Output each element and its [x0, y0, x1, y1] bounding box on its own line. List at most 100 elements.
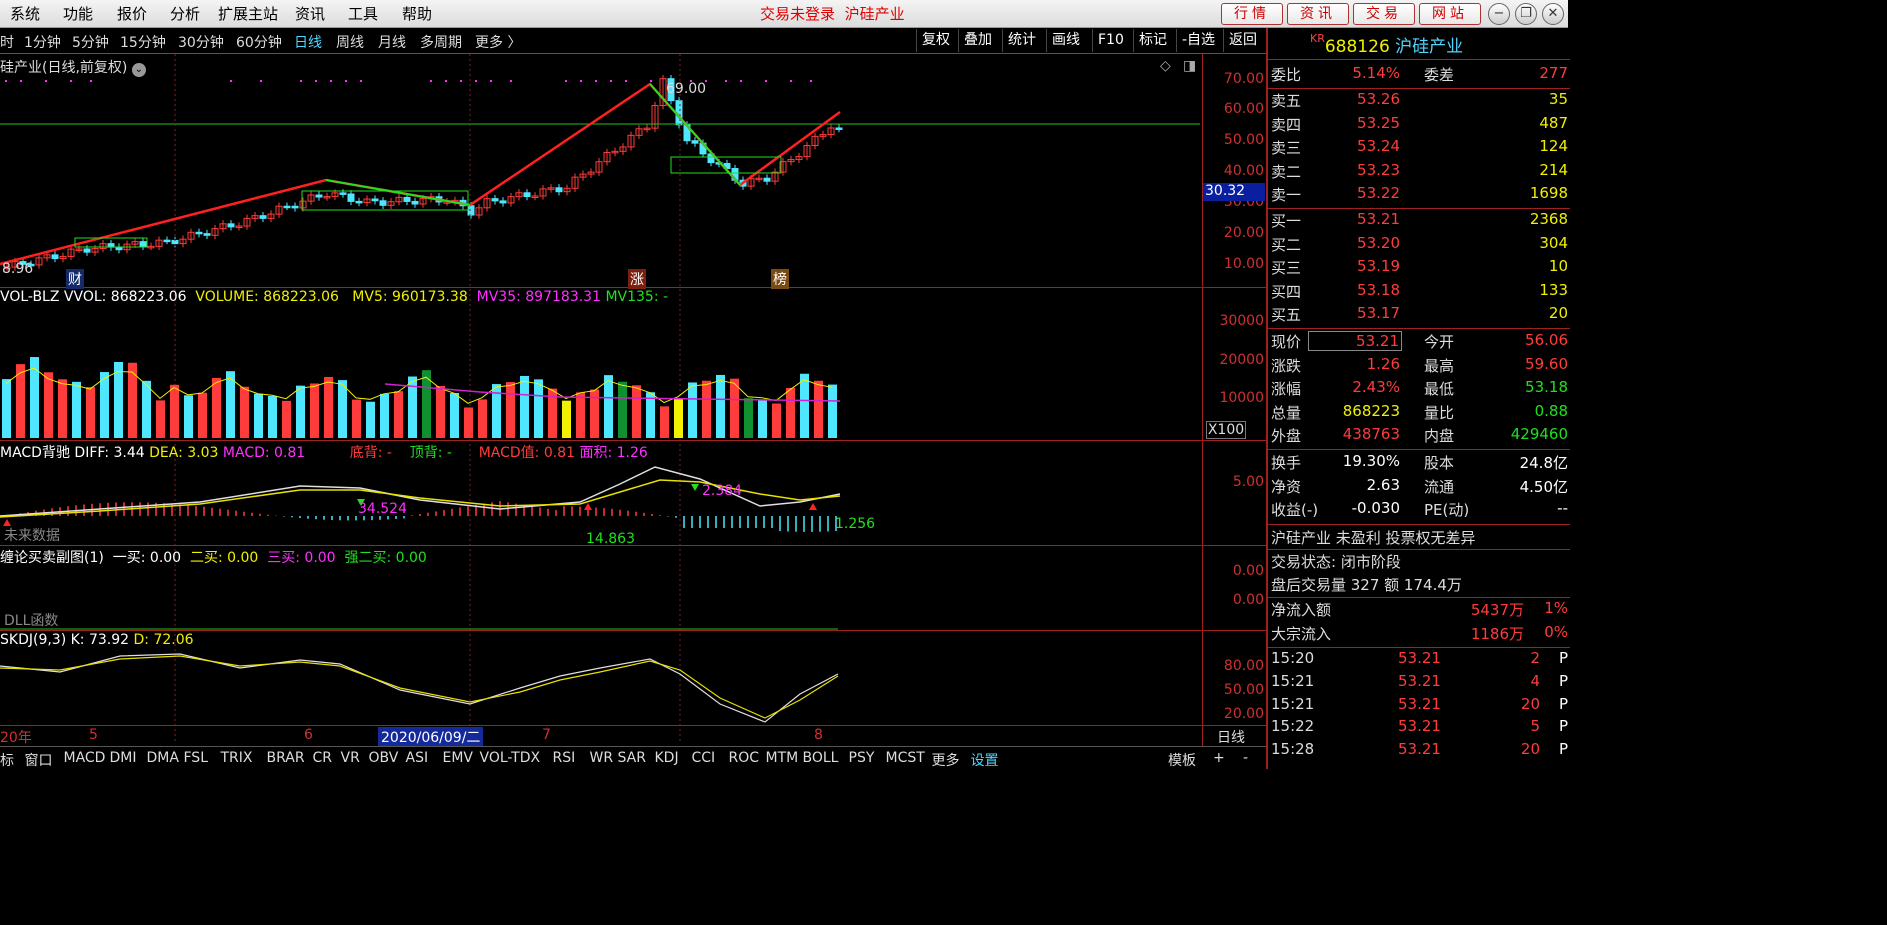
volume-bar	[44, 372, 53, 438]
indicator-tab[interactable]: CCI	[692, 750, 716, 766]
stats-button[interactable]: 统计	[1002, 29, 1041, 52]
indicator-tab[interactable]: VR	[341, 750, 360, 766]
candle-body	[555, 187, 563, 193]
quote-cell: 交易状态: 闭市阶段	[1271, 553, 1401, 571]
signal-dot	[260, 80, 262, 82]
news-button[interactable]: 资讯	[1287, 3, 1349, 25]
macd-label: 1.256	[835, 516, 876, 532]
template-button[interactable]: 模板	[1168, 750, 1196, 770]
indicator-tab[interactable]: VOL-TDX	[480, 750, 541, 766]
quote-button[interactable]: 行情	[1221, 3, 1283, 25]
period-daily[interactable]: 日线	[294, 32, 322, 52]
close-icon[interactable]: ✕	[1542, 3, 1564, 25]
period-15min[interactable]: 15分钟	[120, 32, 166, 52]
menu-analysis[interactable]: 分析	[170, 3, 200, 24]
indicator-tab[interactable]: BOLL	[803, 750, 839, 766]
indicator-tab[interactable]: MCST	[886, 750, 925, 766]
indicator-tab[interactable]: 设置	[971, 750, 999, 770]
period-weekly[interactable]: 周线	[336, 32, 364, 52]
quote-cell: 10	[1548, 257, 1568, 275]
minimize-icon[interactable]: −	[1488, 3, 1510, 25]
quote-cell: 涨幅	[1271, 380, 1302, 398]
diamond-icon[interactable]: ◇	[1160, 58, 1171, 74]
period-1min[interactable]: 1分钟	[24, 32, 61, 52]
zoom-in-button[interactable]: +	[1213, 750, 1225, 766]
back-button[interactable]: 返回	[1223, 29, 1262, 52]
indicator-tab[interactable]: FSL	[184, 750, 209, 766]
event-finance[interactable]: 财	[66, 269, 84, 289]
draw-button[interactable]: 画线	[1046, 29, 1085, 52]
period-60min[interactable]: 60分钟	[236, 32, 282, 52]
quote-cell: 4.50亿	[1519, 477, 1568, 496]
indicator-tab[interactable]: KDJ	[655, 750, 679, 766]
candle-body	[291, 205, 299, 209]
trade-button[interactable]: 交易	[1353, 3, 1415, 25]
signal-dot	[345, 80, 347, 82]
quote-cell: 53.21	[1398, 740, 1441, 759]
period-monthly[interactable]: 月线	[378, 32, 406, 52]
quote-cell: 沪硅产业 未盈利 投票权无差异	[1271, 529, 1476, 547]
menu-help[interactable]: 帮助	[402, 3, 432, 24]
indicator-tab[interactable]: PSY	[849, 750, 875, 766]
menu-function[interactable]: 功能	[63, 3, 93, 24]
indicator-tab[interactable]: EMV	[443, 750, 474, 766]
indicator-tab[interactable]: TRIX	[221, 750, 253, 766]
indicator-tab[interactable]: 更多	[932, 750, 960, 770]
quote-cell: 53.17	[1357, 304, 1400, 322]
date-label: 7	[542, 727, 551, 743]
indicator-tab[interactable]: RSI	[553, 750, 576, 766]
f10-button[interactable]: F10	[1092, 29, 1129, 52]
menu-quote[interactable]: 报价	[117, 3, 147, 24]
indicator-tab[interactable]: ASI	[406, 750, 429, 766]
vol-y-tick: 30000	[1219, 313, 1264, 329]
quote-cell: 2	[1530, 649, 1540, 667]
period-more[interactable]: 更多 〉	[475, 32, 521, 52]
menu-news[interactable]: 资讯	[295, 3, 325, 24]
website-button[interactable]: 网站	[1419, 3, 1481, 25]
fuquan-button[interactable]: 复权	[916, 29, 955, 52]
indicator-tab[interactable]: MACD	[64, 750, 106, 766]
indicator-tab[interactable]: OBV	[369, 750, 399, 766]
dropdown-icon[interactable]: ⌄	[131, 63, 146, 77]
window-toggle-icon[interactable]: ◨	[1183, 58, 1196, 74]
volume-bar	[394, 391, 403, 438]
event-list[interactable]: 榜	[771, 269, 789, 289]
indicator-tab[interactable]: CR	[313, 750, 333, 766]
period-tick[interactable]: 时	[0, 32, 14, 52]
zoom-out-button[interactable]: -	[1243, 750, 1248, 766]
zigzag-line	[0, 82, 841, 266]
indicator-tab[interactable]: DMA	[147, 750, 179, 766]
overlay-button[interactable]: 叠加	[958, 29, 997, 52]
period-multi[interactable]: 多周期	[420, 32, 462, 52]
volume-bar	[716, 374, 725, 438]
quote-cell: 1%	[1544, 599, 1568, 617]
volume-bar	[562, 400, 571, 438]
signal-dot	[490, 80, 492, 82]
menu-extended[interactable]: 扩展主站	[218, 3, 278, 24]
indicator-tab[interactable]: 标	[0, 750, 14, 770]
indicator-tab[interactable]: 窗口	[25, 750, 53, 770]
self-select-button[interactable]: -自选	[1176, 29, 1220, 52]
menu-tools[interactable]: 工具	[348, 3, 378, 24]
period-30min[interactable]: 30分钟	[178, 32, 224, 52]
period-5min[interactable]: 5分钟	[72, 32, 109, 52]
buy-level: 买四 53.18 133	[1268, 281, 1570, 304]
quote-cell: 2368	[1529, 210, 1568, 228]
indicator-tab[interactable]: MTM	[766, 750, 799, 766]
quote-cell: 最高	[1424, 356, 1455, 375]
indicator-tab[interactable]: ROC	[729, 750, 760, 766]
mark-button[interactable]: 标记	[1133, 29, 1172, 52]
menu-system[interactable]: 系统	[10, 3, 40, 24]
panel-divider	[0, 440, 1266, 441]
quote-cell: 277	[1539, 64, 1568, 82]
stat-row: 总量 868223 量比 0.88	[1268, 402, 1570, 425]
indicator-tab[interactable]: WR	[590, 750, 614, 766]
candle-body	[467, 205, 475, 216]
event-limit-up[interactable]: 涨	[628, 269, 646, 289]
quote-cell: 15:21	[1271, 694, 1315, 713]
quote-cell: 净流入额	[1271, 601, 1332, 619]
indicator-tab[interactable]: DMI	[110, 750, 137, 766]
indicator-tab[interactable]: SAR	[618, 750, 646, 766]
indicator-tab[interactable]: BRAR	[267, 750, 305, 766]
restore-icon[interactable]: ❐	[1515, 3, 1537, 25]
